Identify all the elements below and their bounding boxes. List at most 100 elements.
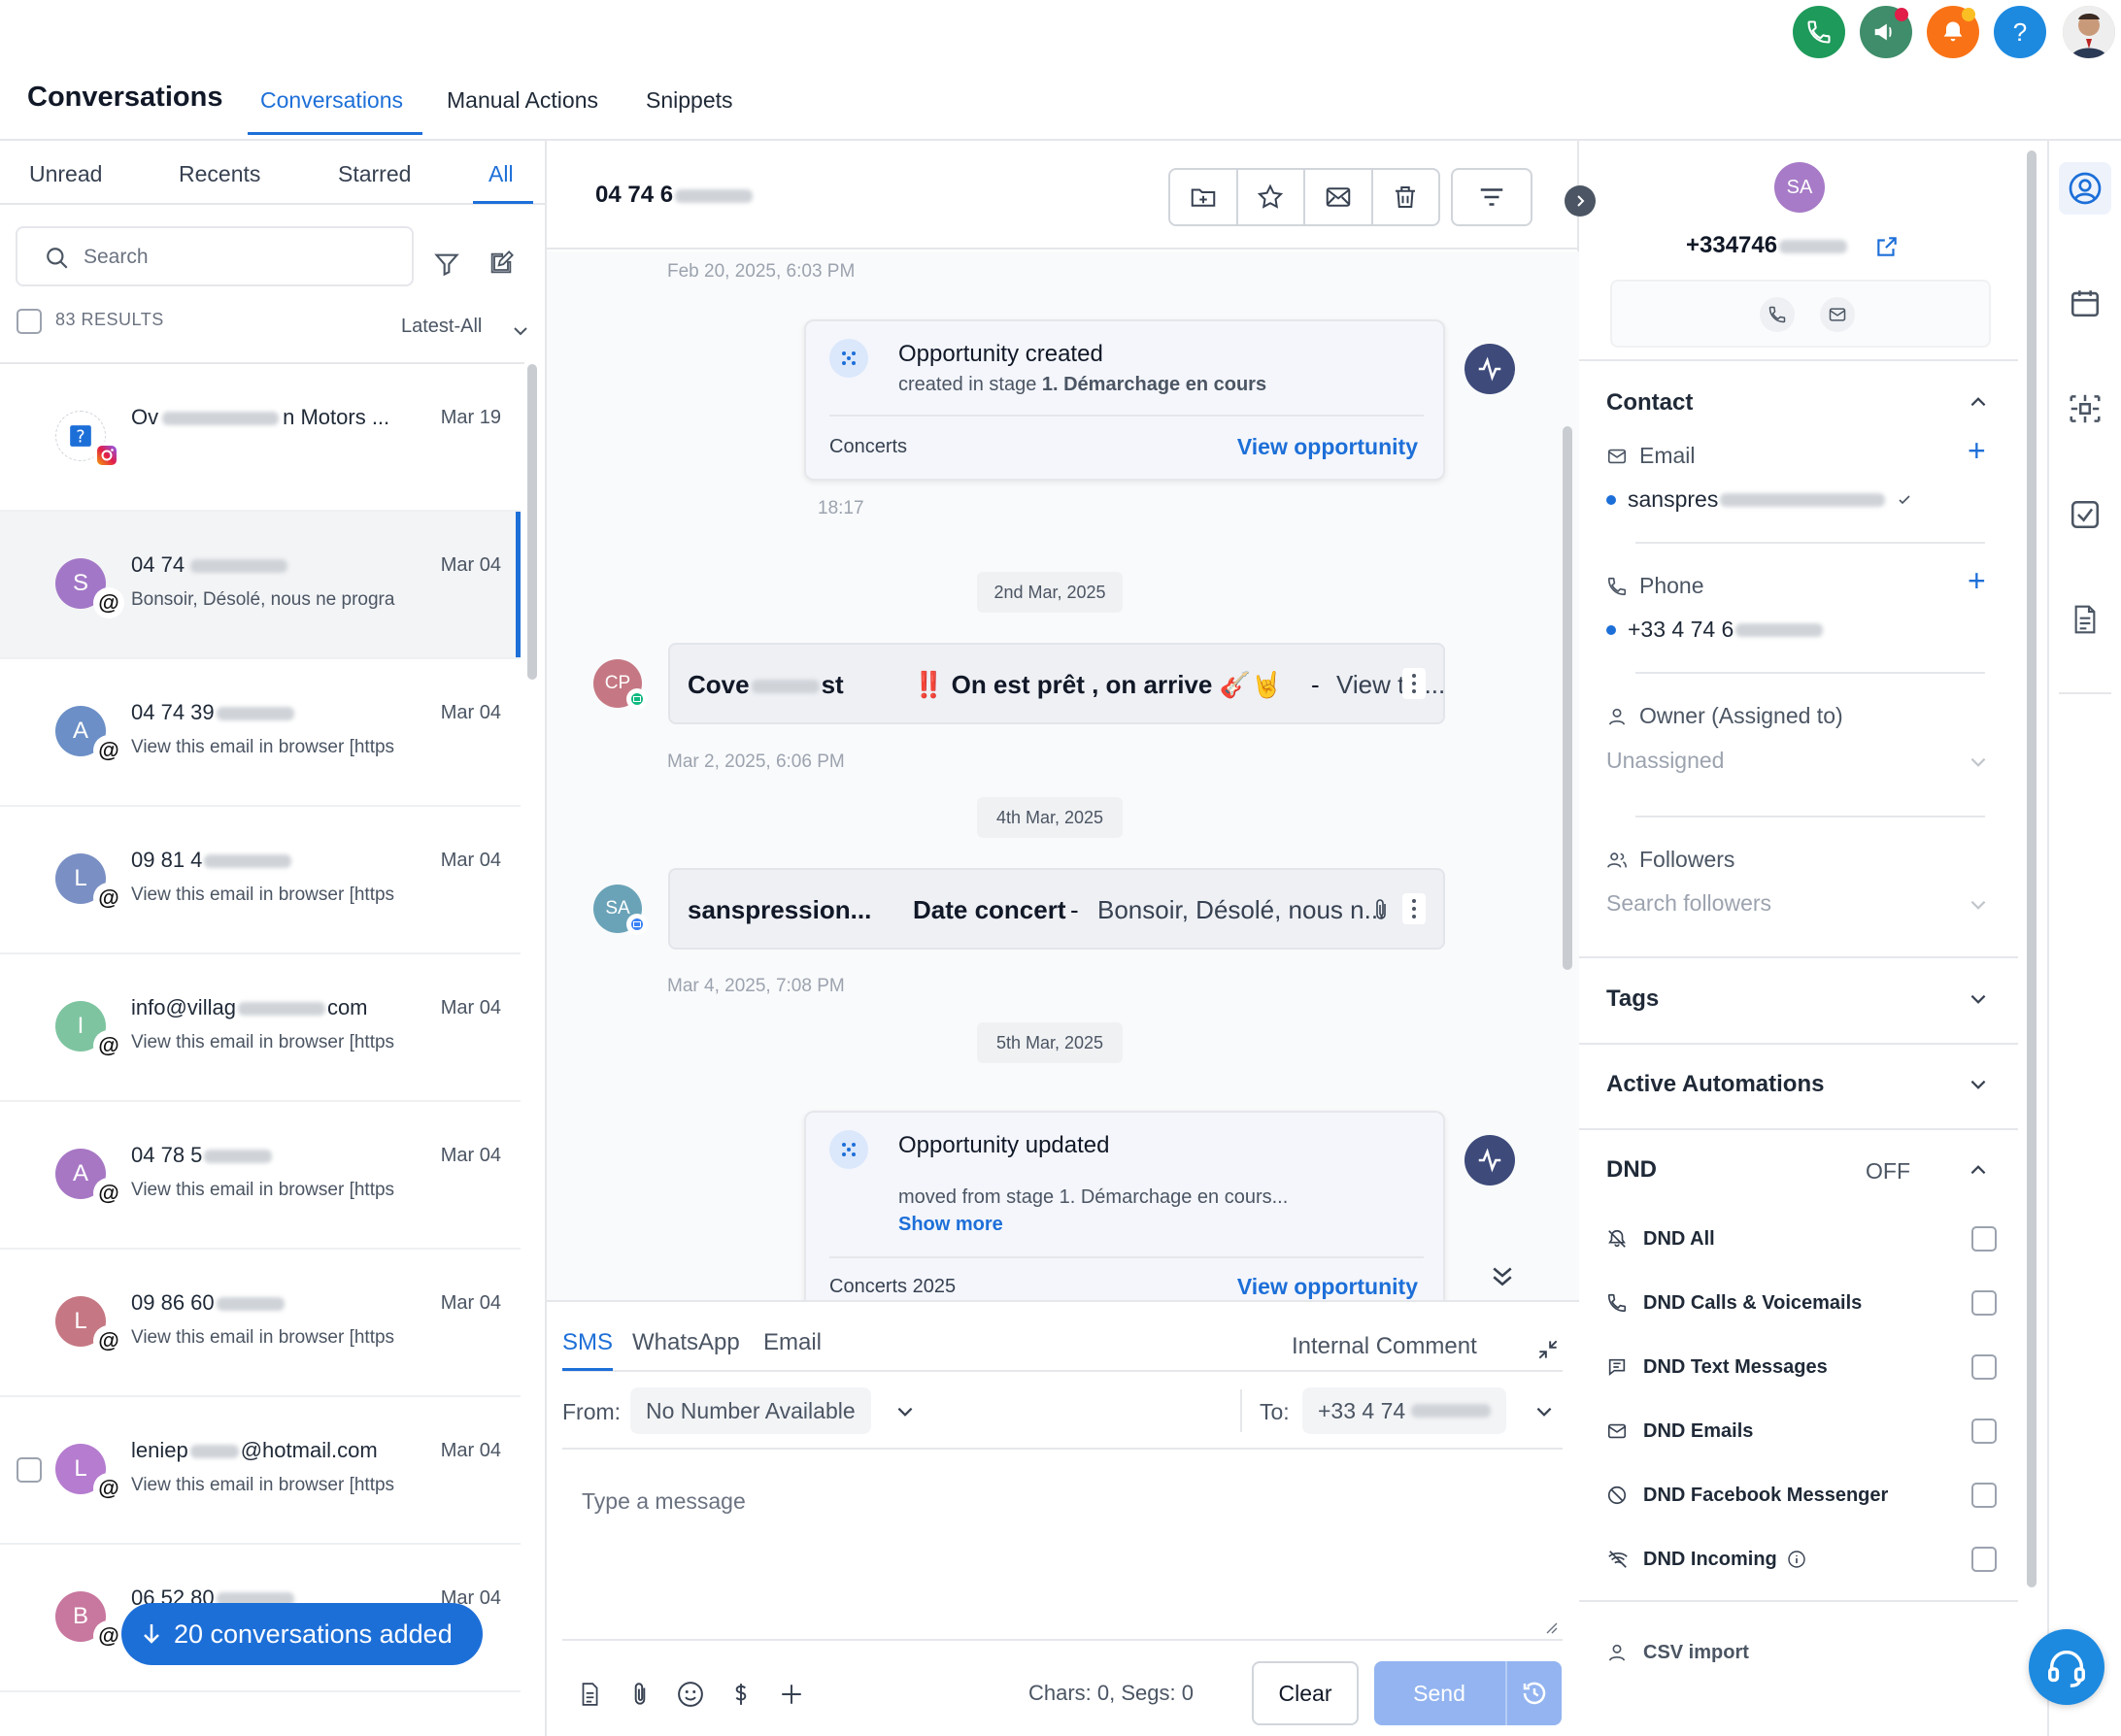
- chevron-down-icon[interactable]: [1968, 751, 1989, 773]
- contact-section-heading[interactable]: Contact: [1606, 389, 1693, 417]
- followers-search[interactable]: Search followers: [1606, 890, 1771, 917]
- template-icon[interactable]: [574, 1679, 605, 1710]
- timestamp: Mar 4, 2025, 7:08 PM: [667, 976, 845, 996]
- pipeline-icon[interactable]: [2059, 383, 2111, 435]
- scrollbar[interactable]: [1563, 251, 1572, 980]
- dnd-calls-checkbox[interactable]: [1971, 1290, 1997, 1316]
- conversation-row[interactable]: A @ 04 78 5 Mar 04 View this email in br…: [0, 1102, 521, 1250]
- notes-icon[interactable]: [2059, 593, 2111, 646]
- chevron-up-icon[interactable]: [1968, 391, 1989, 413]
- schedule-send-icon[interactable]: [1505, 1661, 1562, 1725]
- new-conversations-toast[interactable]: 20 conversations added: [121, 1603, 483, 1665]
- email-icon[interactable]: [1820, 297, 1855, 332]
- attachment-icon[interactable]: [624, 1679, 656, 1710]
- view-opportunity-link[interactable]: View opportunity: [1237, 1274, 1418, 1300]
- dnd-section-heading[interactable]: DND: [1606, 1156, 1657, 1184]
- to-select[interactable]: +33 4 74: [1302, 1387, 1506, 1434]
- tab-manual-actions[interactable]: Manual Actions: [447, 87, 598, 114]
- contact-icon[interactable]: [2059, 162, 2111, 215]
- chevron-down-icon[interactable]: [1968, 1074, 1989, 1095]
- filter-tab-starred[interactable]: Starred: [338, 161, 411, 187]
- conversation-row[interactable]: L @ leniep @hotmail.com Mar 04 View this …: [0, 1397, 521, 1545]
- more-options-icon[interactable]: [1402, 893, 1426, 924]
- conversation-row[interactable]: S @ 04 74 Mar 04 Bonsoir, Désolé, nous n…: [0, 512, 521, 659]
- bell-icon[interactable]: [1927, 6, 1979, 58]
- chevron-down-icon[interactable]: [894, 1401, 916, 1422]
- calendar-icon[interactable]: [2059, 277, 2111, 329]
- call-icon[interactable]: [1760, 297, 1795, 332]
- conversation-row[interactable]: L @ 09 86 60 Mar 04 View this email in b…: [0, 1250, 521, 1397]
- search-input[interactable]: Search: [16, 226, 414, 286]
- view-opportunity-link[interactable]: View opportunity: [1237, 434, 1418, 460]
- phone-value[interactable]: +33 4 74 6: [1606, 617, 1824, 643]
- dnd-incoming-checkbox[interactable]: [1971, 1547, 1997, 1572]
- scrollbar[interactable]: [527, 364, 537, 680]
- select-all-checkbox[interactable]: [17, 309, 42, 334]
- star-button[interactable]: [1238, 170, 1305, 224]
- composer-tab-email[interactable]: Email: [763, 1329, 822, 1356]
- dnd-all-checkbox[interactable]: [1971, 1226, 1997, 1252]
- chevron-down-icon[interactable]: [1533, 1401, 1555, 1422]
- filter-icon[interactable]: [433, 250, 460, 278]
- divider: [1579, 1600, 2018, 1602]
- plus-icon[interactable]: [776, 1679, 807, 1710]
- conversation-row[interactable]: ? Ov n Motors ... Mar 19: [0, 364, 521, 512]
- emoji-icon[interactable]: [675, 1679, 706, 1710]
- message-input[interactable]: Type a message: [562, 1452, 1563, 1641]
- chevron-down-icon[interactable]: [1968, 988, 1989, 1010]
- open-external-icon[interactable]: [1874, 234, 1900, 259]
- block-icon: [1606, 1485, 1632, 1506]
- send-button[interactable]: Send: [1374, 1661, 1562, 1725]
- wifi-off-icon: [1606, 1549, 1632, 1570]
- chevron-down-icon[interactable]: [511, 321, 530, 341]
- thread-filter-button[interactable]: [1451, 168, 1532, 226]
- filter-tab-all[interactable]: All: [488, 161, 514, 187]
- row-checkbox[interactable]: [17, 1457, 42, 1483]
- dnd-emails-checkbox[interactable]: [1971, 1419, 1997, 1444]
- help-icon[interactable]: ?: [1994, 6, 2046, 58]
- add-email-button[interactable]: +: [1968, 433, 1986, 469]
- dollar-icon[interactable]: [725, 1679, 757, 1710]
- minimize-icon[interactable]: [1535, 1337, 1561, 1362]
- scrollbar[interactable]: [2027, 150, 2037, 1587]
- composer-tab-sms[interactable]: SMS: [562, 1329, 613, 1356]
- email-message[interactable]: sanspression... Date concert - Bonsoir, …: [668, 868, 1445, 950]
- user-avatar[interactable]: [2063, 6, 2115, 58]
- owner-select[interactable]: Unassigned: [1606, 748, 1724, 774]
- from-select[interactable]: No Number Available: [630, 1387, 871, 1434]
- filter-tab-recents[interactable]: Recents: [179, 161, 260, 187]
- dnd-facebook-checkbox[interactable]: [1971, 1483, 1997, 1508]
- show-more-link[interactable]: Show more: [898, 1214, 1003, 1236]
- tags-section-heading[interactable]: Tags: [1606, 985, 1659, 1013]
- support-chat-button[interactable]: [2029, 1629, 2104, 1705]
- tab-conversations[interactable]: Conversations: [260, 87, 403, 114]
- chevron-up-icon[interactable]: [1968, 1159, 1989, 1181]
- chevron-down-icon[interactable]: [1968, 894, 1989, 916]
- mark-unread-button[interactable]: [1305, 170, 1373, 224]
- toggle-details-button[interactable]: [1565, 185, 1596, 217]
- add-phone-button[interactable]: +: [1968, 563, 1986, 599]
- more-options-icon[interactable]: [1402, 668, 1426, 699]
- phone-icon[interactable]: [1793, 6, 1845, 58]
- scroll-to-bottom-icon[interactable]: [1488, 1261, 1517, 1290]
- conversation-row[interactable]: A @ 04 74 39 Mar 04 View this email in b…: [0, 659, 521, 807]
- info-icon[interactable]: [1787, 1550, 1806, 1569]
- email-value[interactable]: sanspres: [1606, 486, 1912, 513]
- composer-tab-whatsapp[interactable]: WhatsApp: [632, 1329, 740, 1356]
- automations-section-heading[interactable]: Active Automations: [1606, 1071, 1824, 1098]
- resize-handle-icon[interactable]: [1545, 1621, 1559, 1635]
- filter-tab-unread[interactable]: Unread: [29, 161, 102, 187]
- compose-icon[interactable]: [488, 250, 515, 277]
- conversation-row[interactable]: I @ info@villag com Mar 04 View this emai…: [0, 954, 521, 1102]
- tasks-icon[interactable]: [2059, 488, 2111, 541]
- clear-button[interactable]: Clear: [1252, 1661, 1359, 1725]
- tab-snippets[interactable]: Snippets: [646, 87, 733, 114]
- sort-dropdown[interactable]: Latest-All: [401, 316, 482, 338]
- megaphone-icon[interactable]: [1860, 6, 1912, 58]
- email-message[interactable]: Cove st ‼️ On est prêt , on arrive 🎸🤘 - V…: [668, 643, 1445, 724]
- delete-button[interactable]: [1373, 170, 1439, 224]
- internal-comment-tab[interactable]: Internal Comment: [1292, 1333, 1477, 1360]
- move-to-folder-button[interactable]: [1170, 170, 1238, 224]
- dnd-text-checkbox[interactable]: [1971, 1354, 1997, 1380]
- conversation-row[interactable]: L @ 09 81 4 Mar 04 View this email in br…: [0, 807, 521, 954]
